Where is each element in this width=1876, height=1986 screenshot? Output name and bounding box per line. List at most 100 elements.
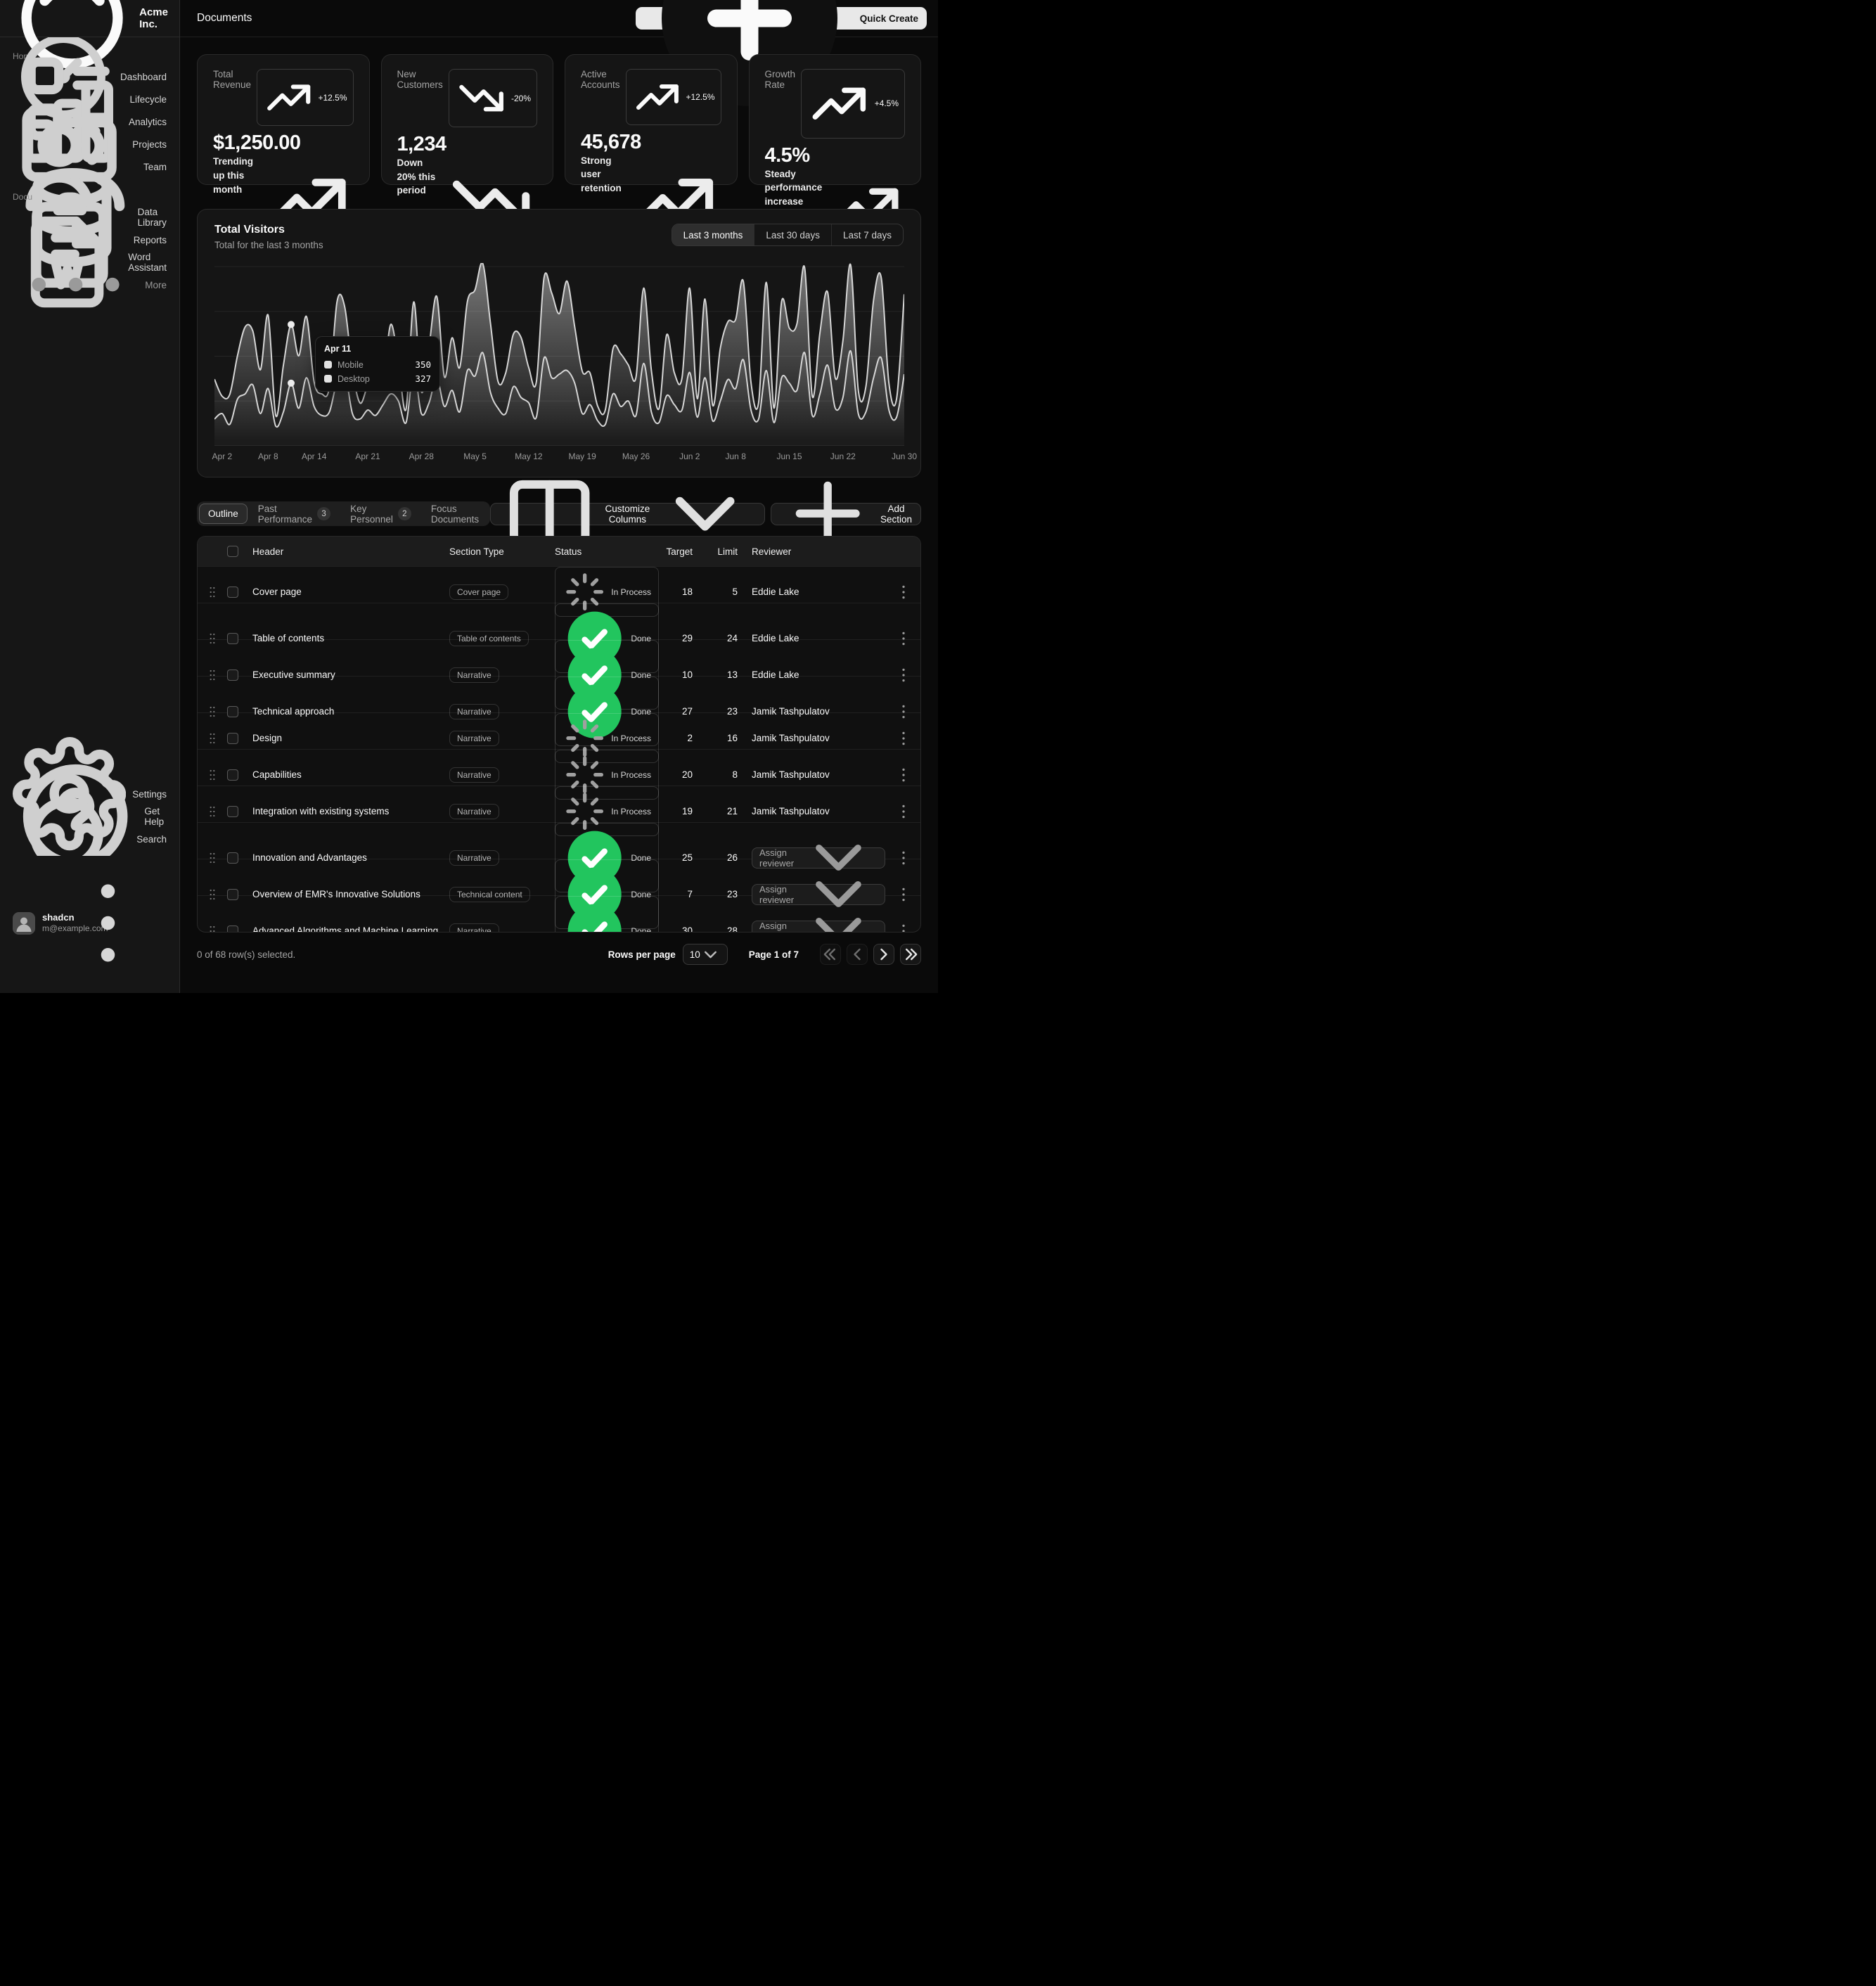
x-tick: Jun 8 (726, 451, 746, 461)
row-checkbox[interactable] (227, 733, 238, 744)
drag-handle-icon[interactable] (205, 631, 220, 646)
limit-value[interactable]: 23 (700, 889, 740, 899)
row-menu-button[interactable] (894, 765, 913, 785)
time-range-toggle: Last 3 monthsLast 30 daysLast 7 days (672, 224, 904, 246)
range-button-last-7-days[interactable]: Last 7 days (831, 224, 903, 245)
target-value[interactable]: 19 (659, 806, 700, 816)
section-type-badge: Narrative (449, 850, 499, 866)
row-menu-button[interactable] (894, 665, 913, 685)
range-button-last-30-days[interactable]: Last 30 days (754, 224, 831, 245)
row-header-title[interactable]: Capabilities (252, 769, 449, 780)
drag-handle-icon[interactable] (205, 704, 220, 719)
sidebar-item-label: Dashboard (120, 72, 167, 82)
row-menu-button[interactable] (894, 729, 913, 748)
row-header-title[interactable]: Cover page (252, 587, 449, 597)
limit-value[interactable]: 16 (700, 733, 740, 743)
limit-value[interactable]: 13 (700, 670, 740, 680)
row-header-title[interactable]: Technical approach (252, 706, 449, 717)
row-checkbox[interactable] (227, 670, 238, 681)
range-button-last-3-months[interactable]: Last 3 months (672, 224, 754, 245)
target-value[interactable]: 7 (659, 889, 700, 899)
sidebar-item-search[interactable]: Search (7, 828, 172, 850)
row-header-title[interactable]: Overview of EMR's Innovative Solutions (252, 889, 449, 899)
row-checkbox[interactable] (227, 587, 238, 598)
x-tick: May 12 (515, 451, 542, 461)
target-value[interactable]: 20 (659, 769, 700, 780)
x-tick: Apr 21 (355, 451, 380, 461)
row-header-title[interactable]: Table of contents (252, 633, 449, 643)
row-menu-button[interactable] (894, 848, 913, 868)
limit-value[interactable]: 24 (700, 633, 740, 643)
rows-per-page-label: Rows per page (608, 949, 676, 960)
target-value[interactable]: 29 (659, 633, 700, 643)
target-value[interactable]: 27 (659, 706, 700, 717)
section-type-badge: Table of contents (449, 631, 529, 646)
column-header-target: Target (659, 546, 700, 557)
drag-handle-icon[interactable] (205, 887, 220, 902)
limit-value[interactable]: 5 (700, 587, 740, 597)
row-header-title[interactable]: Integration with existing systems (252, 806, 449, 816)
row-header-title[interactable]: Innovation and Advantages (252, 852, 449, 863)
row-menu-button[interactable] (894, 802, 913, 821)
limit-value[interactable]: 21 (700, 806, 740, 816)
tooltip-date: Apr 11 (324, 344, 431, 354)
trending-up-icon (807, 72, 871, 136)
stat-card-value: 1,234 (397, 133, 538, 156)
row-header-title[interactable]: Advanced Algorithms and Machine Learning (252, 925, 449, 933)
user-menu[interactable]: shadcn m@example.com (7, 860, 172, 986)
drag-handle-icon[interactable] (205, 584, 220, 600)
drag-handle-icon[interactable] (205, 850, 220, 866)
first-page-button[interactable] (820, 944, 841, 965)
last-page-button[interactable] (900, 944, 921, 965)
drag-handle-icon[interactable] (205, 731, 220, 746)
drag-handle-icon[interactable] (205, 804, 220, 819)
customize-columns-button[interactable]: Customize Columns (490, 503, 764, 525)
row-menu-button[interactable] (894, 629, 913, 648)
row-menu-button[interactable] (894, 582, 913, 602)
limit-value[interactable]: 23 (700, 706, 740, 717)
tab-key-personnel[interactable]: Key Personnel2 (341, 504, 420, 524)
status-badge: Done (555, 896, 659, 933)
reviewer-cell: Assign reviewer (740, 921, 885, 933)
row-checkbox[interactable] (227, 633, 238, 644)
row-checkbox[interactable] (227, 769, 238, 781)
row-menu-button[interactable] (894, 921, 913, 933)
stat-card-value: 4.5% (765, 144, 906, 167)
limit-value[interactable]: 26 (700, 852, 740, 863)
reviewer-name: Eddie Lake (752, 633, 799, 643)
reviewer-name: Eddie Lake (752, 587, 799, 597)
rows-per-page-select[interactable]: 10 (683, 944, 728, 965)
limit-value[interactable]: 8 (700, 769, 740, 780)
target-value[interactable]: 18 (659, 587, 700, 597)
row-checkbox[interactable] (227, 889, 238, 900)
row-checkbox[interactable] (227, 806, 238, 817)
limit-value[interactable]: 28 (700, 925, 740, 933)
target-value[interactable]: 30 (659, 925, 700, 933)
row-header-title[interactable]: Design (252, 733, 449, 743)
section-type-badge: Technical content (449, 887, 530, 902)
row-header-title[interactable]: Executive summary (252, 670, 449, 680)
drag-handle-icon[interactable] (205, 923, 220, 933)
tab-outline[interactable]: Outline (199, 504, 248, 524)
add-section-button[interactable]: Add Section (771, 503, 921, 525)
previous-page-button[interactable] (847, 944, 868, 965)
row-checkbox[interactable] (227, 852, 238, 864)
tab-past-performance[interactable]: Past Performance3 (249, 504, 340, 524)
tab-focus-documents[interactable]: Focus Documents (422, 504, 488, 524)
next-page-button[interactable] (873, 944, 894, 965)
tab-label: Past Performance (258, 504, 312, 525)
quick-create-button[interactable]: Quick Create (636, 7, 927, 30)
select-all-checkbox[interactable] (227, 546, 238, 557)
assign-reviewer-select[interactable]: Assign reviewer (752, 921, 885, 933)
assign-reviewer-label: Assign reviewer (759, 847, 794, 869)
drag-handle-icon[interactable] (205, 767, 220, 783)
row-checkbox[interactable] (227, 706, 238, 717)
target-value[interactable]: 10 (659, 670, 700, 680)
target-value[interactable]: 2 (659, 733, 700, 743)
row-checkbox[interactable] (227, 925, 238, 933)
row-menu-button[interactable] (894, 702, 913, 722)
sidebar-item-more[interactable]: More (7, 274, 172, 296)
row-menu-button[interactable] (894, 885, 913, 904)
drag-handle-icon[interactable] (205, 667, 220, 683)
target-value[interactable]: 25 (659, 852, 700, 863)
